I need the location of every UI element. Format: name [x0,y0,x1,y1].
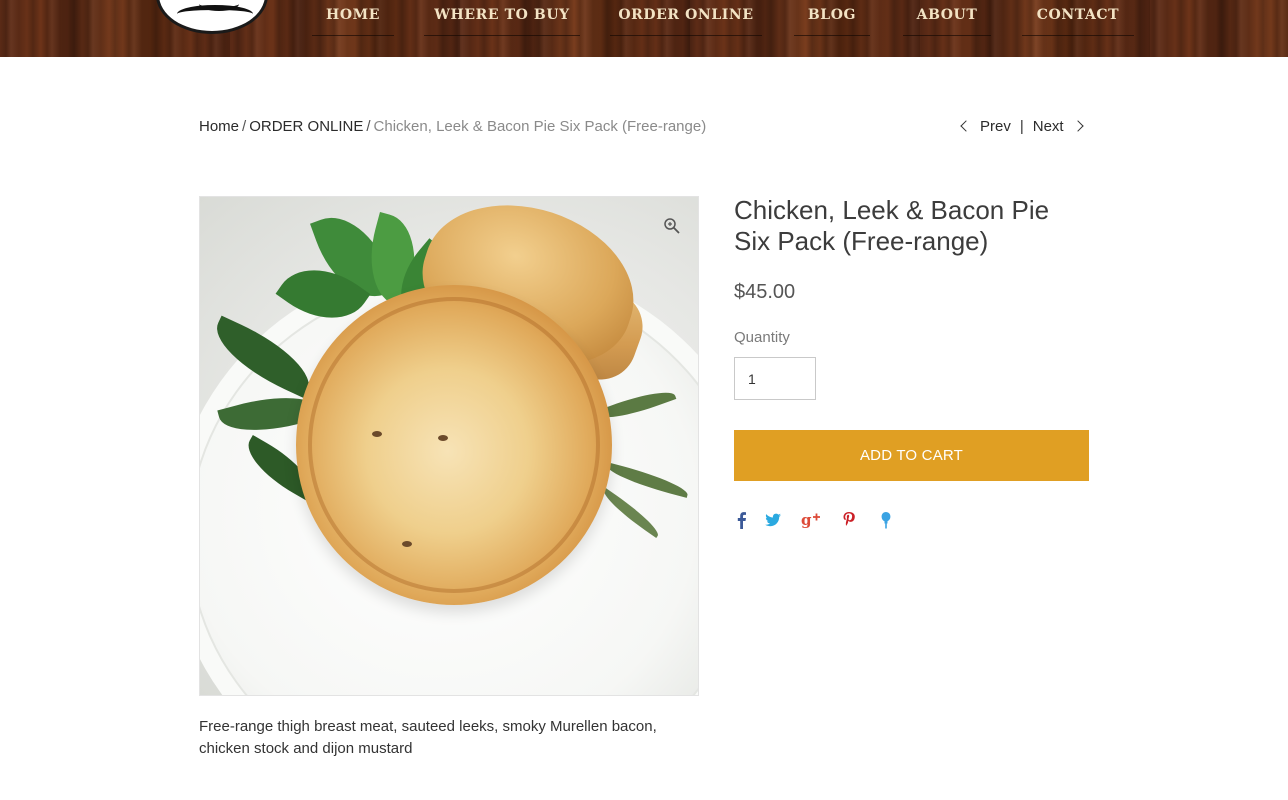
prev-label: Prev [980,118,1011,135]
product-description: Free-range thigh breast meat, sauteed le… [199,718,657,757]
nav-home[interactable]: HOME [312,0,394,36]
quantity-input[interactable] [734,357,816,400]
nav-about[interactable]: ABOUT [903,0,991,36]
pager-divider: | [1019,118,1024,135]
fancy-icon[interactable] [876,509,896,531]
nav-contact[interactable]: CONTACT [1022,0,1134,36]
breadcrumb-separator: / [242,118,247,135]
product-title: Chicken, Leek & Bacon Pie Six Pack (Free… [734,195,1050,256]
pie-vent [438,435,448,441]
twitter-icon[interactable] [763,509,783,531]
facebook-icon[interactable] [732,509,752,531]
pie-crimp [308,297,600,593]
nav-order-online[interactable]: ORDER ONLINE [610,0,762,36]
breadcrumb-home-link[interactable]: Home [199,118,239,135]
breadcrumb-category-link[interactable]: ORDER ONLINE [249,118,363,135]
nav-order-online-label: ORDER ONLINE [618,7,754,23]
site-header: HOME WHERE TO BUY ORDER ONLINE BLOG ABOU… [0,0,1288,57]
chevron-left-icon [960,120,972,132]
nav-about-label: ABOUT [916,7,978,23]
nav-blog-label: BLOG [807,7,857,23]
nav-home-label: HOME [326,7,380,23]
breadcrumb: Home / ORDER ONLINE / Chicken, Leek & Bacon … [199,118,706,135]
pie-vent [402,541,412,547]
next-button[interactable]: Next [1033,118,1084,135]
nav-underline [610,35,762,36]
pie-vent [372,431,382,437]
prev-button[interactable]: Prev [958,118,1011,135]
nav-contact-label: CONTACT [1036,7,1120,23]
add-to-cart-button[interactable]: Add to Cart [734,430,1089,481]
site-logo[interactable] [156,0,268,34]
breadcrumb-current: Chicken, Leek & Bacon Pie Six Pack (Free… [373,118,707,135]
google-plus-icon[interactable]: g [801,509,821,531]
breadcrumb-separator: / [366,118,371,135]
nav-where-to-buy-label: WHERE TO BUY [434,7,570,23]
chevron-right-icon [1071,120,1084,132]
product-price: $45.00 [734,281,796,303]
next-label: Next [1032,118,1064,135]
product-image[interactable] [199,196,699,696]
product-pager: Prev | Next [958,118,1084,135]
nav-underline [1022,35,1134,36]
nav-underline [312,35,394,36]
logo-swoosh [177,5,253,23]
nav-underline [794,35,870,36]
svg-text:g: g [801,511,812,529]
nav-underline [903,35,991,36]
nav-where-to-buy[interactable]: WHERE TO BUY [424,0,580,36]
nav-blog[interactable]: BLOG [794,0,870,36]
quantity-label: Quantity [734,329,790,346]
zoom-icon[interactable] [663,217,681,235]
pinterest-icon[interactable] [839,509,859,531]
nav-underline [424,35,580,36]
